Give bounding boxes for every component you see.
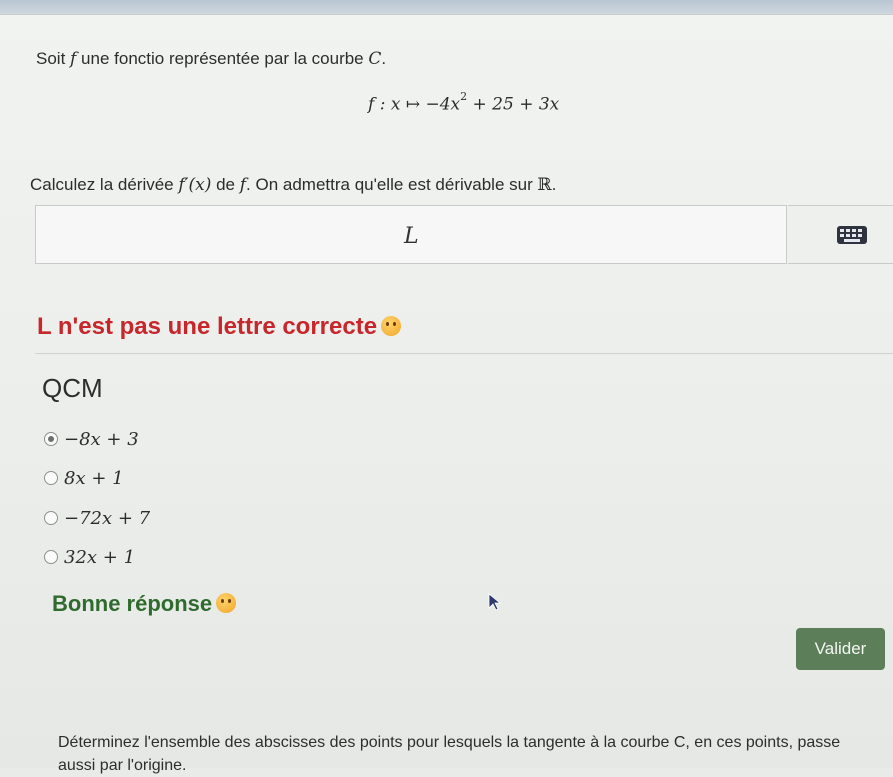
- formula-rhs: + 25 + 3x: [467, 94, 560, 115]
- reals-symbol: ℝ: [537, 175, 552, 195]
- qcm-option-2[interactable]: 8x + 1: [44, 468, 124, 489]
- validate-button[interactable]: Valider: [796, 628, 885, 670]
- radio-button-checked[interactable]: [44, 432, 58, 446]
- qcm-option-1[interactable]: −8x + 3: [44, 429, 139, 450]
- derivative-symbol: f′(x): [178, 175, 212, 195]
- problem-statement: Soit f une fonctio représentée par la co…: [36, 49, 386, 69]
- answer-input[interactable]: L: [35, 205, 787, 264]
- virtual-keyboard-button[interactable]: [788, 205, 893, 264]
- function-formula: f : x ↦ −4x2 + 25 + 3x: [368, 90, 560, 115]
- formula-exponent: 2: [460, 90, 468, 103]
- radio-button[interactable]: [44, 550, 58, 564]
- next-question-text: Déterminez l'ensemble des abscisses des …: [58, 734, 841, 774]
- question-text: Calculez la dérivée: [30, 175, 179, 194]
- statement-text: représentée par la courbe: [164, 49, 369, 68]
- statement-text: .: [381, 49, 387, 68]
- derivative-question: Calculez la dérivée f′(x) de f. On admet…: [30, 175, 556, 195]
- option-label: 32x + 1: [64, 547, 136, 568]
- wrong-answer-feedback: L n'est pas une lettre correcte: [37, 313, 402, 341]
- qcm-title: QCM: [42, 373, 103, 403]
- qcm-option-4[interactable]: 32x + 1: [44, 547, 135, 568]
- correct-answer-feedback: Bonne réponse: [52, 591, 237, 617]
- question-text: . On admettra qu'elle est dérivable sur: [246, 175, 538, 194]
- radio-button[interactable]: [44, 471, 58, 485]
- wrong-feedback-text: L n'est pas une lettre correcte: [37, 313, 378, 340]
- option-label: −8x + 3: [64, 429, 139, 450]
- exercise-sheet: Soit f une fonctio représentée par la co…: [0, 14, 893, 774]
- question-text: de: [211, 175, 240, 194]
- statement-text: Soit: [36, 49, 71, 68]
- curve-symbol: C: [368, 49, 382, 69]
- qcm-option-3[interactable]: −72x + 7: [44, 508, 150, 529]
- sad-emoji-icon: [381, 316, 402, 336]
- mouse-cursor-icon: [488, 593, 502, 611]
- correct-feedback-text: Bonne réponse: [52, 591, 213, 616]
- answer-input-value: L: [404, 224, 419, 249]
- top-strip: [0, 0, 893, 14]
- statement-text: une fonctio: [76, 49, 165, 68]
- keyboard-icon: [837, 226, 867, 244]
- section-divider: [35, 353, 893, 354]
- option-label: −72x + 7: [64, 508, 151, 529]
- smile-emoji-icon: [216, 593, 237, 613]
- formula-lhs: f : x ↦ −4x: [368, 94, 461, 115]
- radio-button[interactable]: [44, 511, 58, 525]
- question-text: .: [551, 175, 557, 194]
- option-label: 8x + 1: [64, 468, 124, 489]
